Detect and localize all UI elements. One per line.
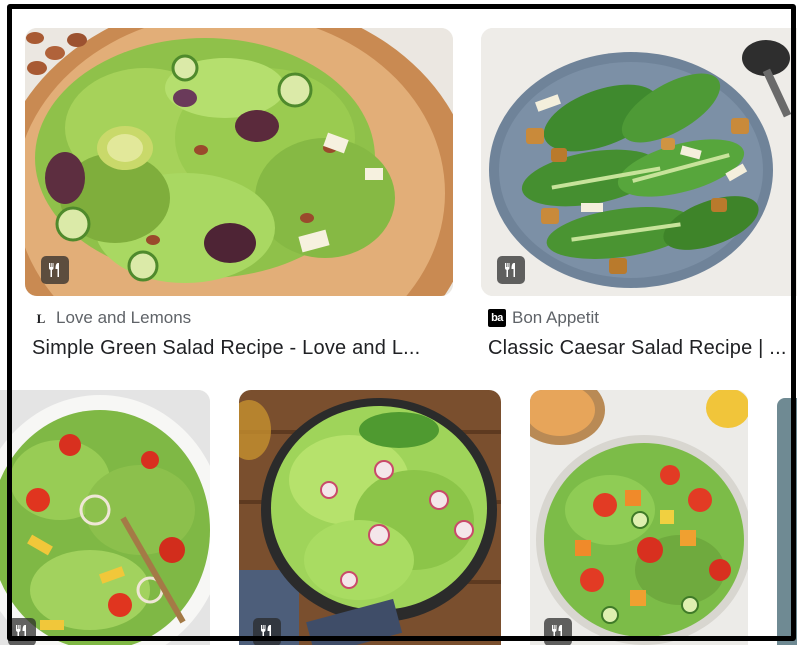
- image-results-grid: L Love and Lemons Simple Green Salad Rec…: [0, 0, 797, 645]
- result-card-tomato-cucumber-salad[interactable]: [530, 390, 748, 645]
- result-card-partial[interactable]: [777, 398, 797, 645]
- recipe-badge: [497, 256, 525, 284]
- result-source[interactable]: L Love and Lemons: [32, 308, 192, 328]
- green-salad-image: [25, 28, 453, 296]
- fork-knife-icon: [49, 263, 59, 277]
- result-title[interactable]: Classic Caesar Salad Recipe | ...: [488, 337, 797, 360]
- fork-knife-icon: [552, 625, 562, 639]
- result-thumbnail-lettuce-radish-salad[interactable]: [239, 390, 501, 645]
- result-source[interactable]: ba Bon Appetit: [488, 308, 599, 328]
- fork-knife-icon: [505, 263, 515, 277]
- result-thumbnail-caesar-salad[interactable]: [481, 28, 797, 296]
- recipe-badge: [544, 618, 572, 645]
- bon-appetit-logo-icon: ba: [488, 309, 506, 327]
- lettuce-radish-salad-image: [239, 390, 501, 645]
- result-thumbnail-green-salad[interactable]: [25, 28, 453, 296]
- caesar-salad-image: [481, 28, 797, 296]
- result-card-bon-appetit[interactable]: ba Bon Appetit Classic Caesar Salad Reci…: [481, 28, 797, 368]
- source-name: Bon Appetit: [512, 308, 599, 327]
- result-card-love-and-lemons[interactable]: L Love and Lemons Simple Green Salad Rec…: [25, 28, 453, 368]
- recipe-badge: [253, 618, 281, 645]
- fork-knife-icon: [261, 625, 271, 639]
- tomato-cucumber-salad-image: [530, 390, 748, 645]
- result-title[interactable]: Simple Green Salad Recipe - Love and L..…: [32, 337, 444, 360]
- garden-salad-image: [0, 390, 210, 645]
- fork-knife-icon: [16, 625, 26, 639]
- result-thumbnail-tomato-cucumber-salad[interactable]: [530, 390, 748, 645]
- result-thumbnail-garden-salad[interactable]: [0, 390, 210, 645]
- recipe-badge: [8, 618, 36, 645]
- love-and-lemons-logo-icon: L: [36, 310, 46, 326]
- source-name: Love and Lemons: [56, 308, 192, 327]
- result-thumbnail-partial[interactable]: [777, 398, 797, 645]
- result-card-garden-salad[interactable]: [0, 390, 210, 645]
- result-card-lettuce-radish-salad[interactable]: [239, 390, 501, 645]
- recipe-badge: [41, 256, 69, 284]
